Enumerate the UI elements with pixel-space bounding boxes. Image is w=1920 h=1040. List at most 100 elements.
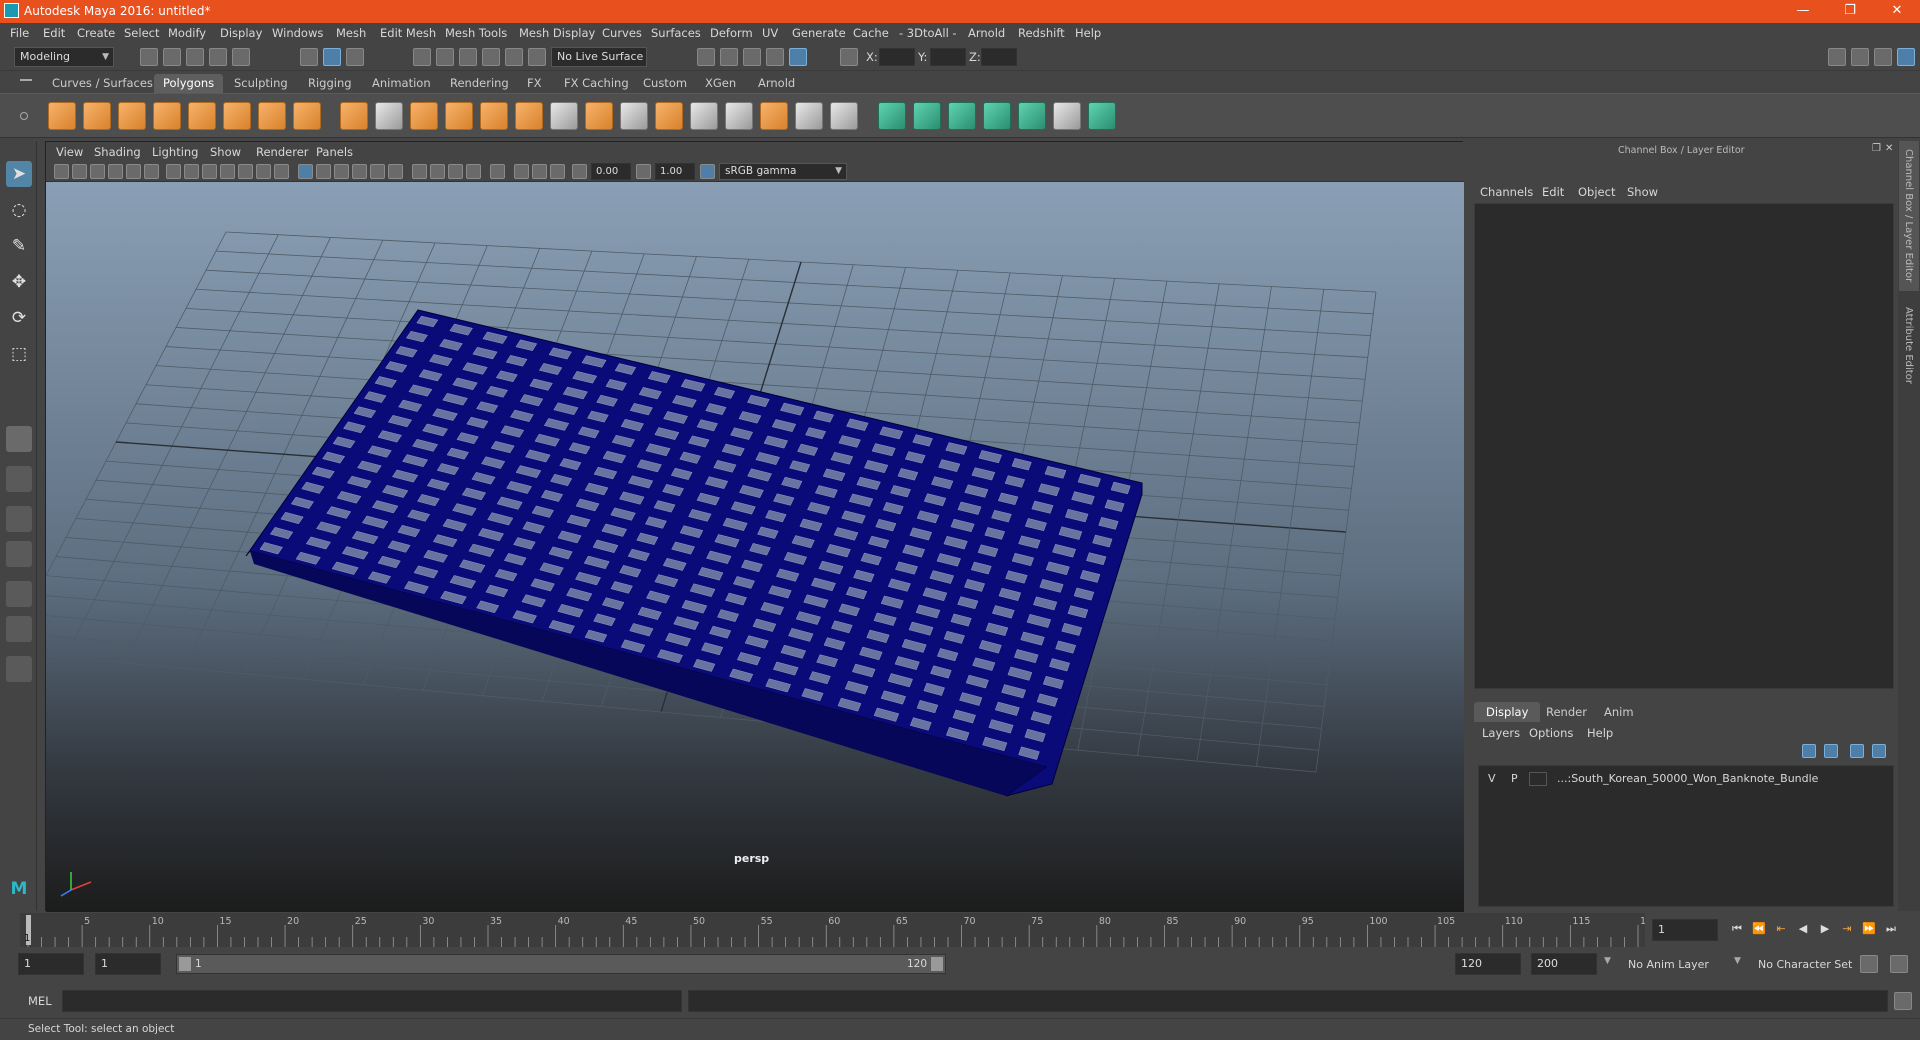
- menu-help[interactable]: Help: [1075, 26, 1101, 40]
- film-gate-icon[interactable]: [184, 164, 199, 179]
- tab-animation[interactable]: Animation: [363, 74, 440, 93]
- paint-select-tool[interactable]: ✎: [6, 233, 32, 259]
- offset-edge-loop-icon[interactable]: [725, 102, 753, 130]
- render-settings-icon[interactable]: [766, 48, 784, 66]
- tab-xgen[interactable]: XGen: [696, 74, 746, 93]
- tab-custom[interactable]: Custom: [634, 74, 697, 93]
- menu-create[interactable]: Create: [77, 26, 115, 40]
- menu-surfaces[interactable]: Surfaces: [651, 26, 701, 40]
- color-management-icon[interactable]: [700, 164, 715, 179]
- start-time-field[interactable]: 1: [18, 953, 84, 975]
- poly-plane-icon[interactable]: [188, 102, 216, 130]
- multi-cut-icon[interactable]: [550, 102, 578, 130]
- move-layer-up-icon[interactable]: [1802, 744, 1816, 758]
- fill-hole-icon[interactable]: [655, 102, 683, 130]
- shelf-options-icon[interactable]: [20, 112, 28, 120]
- safe-title-icon[interactable]: [274, 164, 289, 179]
- cb-menu-channels[interactable]: Channels: [1480, 185, 1533, 199]
- tab-render[interactable]: Render: [1534, 702, 1599, 722]
- go-to-end-icon[interactable]: ⏭: [1882, 920, 1900, 938]
- insert-edge-loop-icon[interactable]: [690, 102, 718, 130]
- lasso-tool[interactable]: ◌: [6, 197, 32, 223]
- poly-cone-icon[interactable]: [153, 102, 181, 130]
- scale-tool[interactable]: ⬚: [6, 341, 32, 367]
- vp-menu-shading[interactable]: Shading: [94, 145, 141, 159]
- grid-toggle-icon[interactable]: [166, 164, 181, 179]
- bookmark-icon[interactable]: [90, 164, 105, 179]
- menu-edit[interactable]: Edit: [43, 26, 65, 40]
- boolean-icon[interactable]: [445, 102, 473, 130]
- menu-mesh-display[interactable]: Mesh Display: [519, 26, 595, 40]
- render-view-icon[interactable]: [697, 48, 715, 66]
- unfold-icon[interactable]: [1088, 102, 1116, 130]
- combine-icon[interactable]: [340, 102, 368, 130]
- mirror-icon[interactable]: [830, 102, 858, 130]
- field-chart-icon[interactable]: [238, 164, 253, 179]
- menu-file[interactable]: File: [10, 26, 29, 40]
- exposure-field[interactable]: 0.00: [591, 163, 631, 180]
- smooth-shade-icon[interactable]: [316, 164, 331, 179]
- menu-select[interactable]: Select: [124, 26, 159, 40]
- script-editor-icon[interactable]: [1894, 992, 1912, 1010]
- transform-mode-icon[interactable]: [840, 48, 858, 66]
- menu-edit-mesh[interactable]: Edit Mesh: [380, 26, 436, 40]
- le-menu-help[interactable]: Help: [1587, 726, 1613, 740]
- menu-arnold[interactable]: Arnold: [968, 26, 1005, 40]
- restore-button[interactable]: ❐: [1827, 0, 1873, 23]
- undo-icon[interactable]: [209, 48, 227, 66]
- playback-end-field[interactable]: 120: [1455, 953, 1521, 975]
- menu-set-dropdown[interactable]: Modeling ▼: [14, 47, 114, 67]
- tool-settings-icon[interactable]: [1874, 48, 1892, 66]
- anim-layer-dropdown[interactable]: No Anim Layer ▼: [1622, 953, 1742, 975]
- select-by-component-icon[interactable]: [346, 48, 364, 66]
- playback-start-field[interactable]: 1: [95, 953, 161, 975]
- cb-menu-show[interactable]: Show: [1627, 185, 1658, 199]
- snap-grid-icon[interactable]: [413, 48, 431, 66]
- poly-pipe-icon[interactable]: [293, 102, 321, 130]
- tab-curves-surfaces[interactable]: Curves / Surfaces: [43, 74, 162, 93]
- menu-3dtoall[interactable]: - 3DtoAll -: [899, 26, 957, 40]
- snap-curve-icon[interactable]: [436, 48, 454, 66]
- new-scene-icon[interactable]: [140, 48, 158, 66]
- menu-display[interactable]: Display: [220, 26, 262, 40]
- image-plane-icon[interactable]: [108, 164, 123, 179]
- checker-icon[interactable]: [1053, 102, 1081, 130]
- x-field[interactable]: [879, 48, 915, 66]
- save-scene-icon[interactable]: [186, 48, 204, 66]
- layer-name[interactable]: ...:South_Korean_50000_Won_Banknote_Bund…: [1557, 772, 1818, 785]
- time-slider[interactable]: 5 10 15 20 25 30 35 40 45 50 55 60 65 70 75 80 85 90 95 100…: [20, 913, 1645, 947]
- menu-deform[interactable]: Deform: [710, 26, 753, 40]
- tab-rigging[interactable]: Rigging: [299, 74, 361, 93]
- cylindrical-map-icon[interactable]: [913, 102, 941, 130]
- default-material-icon[interactable]: [334, 164, 349, 179]
- poly-sphere-icon[interactable]: [48, 102, 76, 130]
- layer-visibility-toggle[interactable]: V: [1488, 772, 1496, 785]
- step-back-key-icon[interactable]: ⇤: [1772, 920, 1790, 938]
- poke-icon[interactable]: [760, 102, 788, 130]
- current-frame-field[interactable]: 1: [1652, 919, 1718, 941]
- textured-icon[interactable]: [370, 164, 385, 179]
- range-slider[interactable]: 1 120: [176, 954, 946, 974]
- safe-action-icon[interactable]: [256, 164, 271, 179]
- uv-editor-icon[interactable]: [1018, 102, 1046, 130]
- layer-row[interactable]: V P ...:South_Korean_50000_Won_Banknote_…: [1479, 770, 1893, 788]
- menu-cache[interactable]: Cache: [853, 26, 889, 40]
- tab-polygons[interactable]: Polygons: [154, 74, 224, 93]
- wireframe-on-shaded-icon[interactable]: [352, 164, 367, 179]
- command-input[interactable]: [62, 990, 682, 1012]
- vp-menu-view[interactable]: View: [56, 145, 83, 159]
- wedge-icon[interactable]: [795, 102, 823, 130]
- view-transform-dropdown[interactable]: sRGB gamma ▼: [719, 163, 847, 180]
- move-tool[interactable]: ✥: [6, 269, 32, 295]
- close-button[interactable]: ✕: [1874, 0, 1920, 23]
- tab-sculpting[interactable]: Sculpting: [225, 74, 297, 93]
- select-by-hierarchy-icon[interactable]: [300, 48, 318, 66]
- 2d-pan-zoom-icon[interactable]: [126, 164, 141, 179]
- gamma-icon[interactable]: [636, 164, 651, 179]
- camera-select-icon[interactable]: [54, 164, 69, 179]
- shelf-menu-icon[interactable]: [20, 79, 32, 81]
- attribute-editor-icon[interactable]: [1851, 48, 1869, 66]
- vp-menu-show[interactable]: Show: [210, 145, 241, 159]
- end-time-field[interactable]: 200: [1531, 953, 1597, 975]
- shadows-icon[interactable]: [412, 164, 427, 179]
